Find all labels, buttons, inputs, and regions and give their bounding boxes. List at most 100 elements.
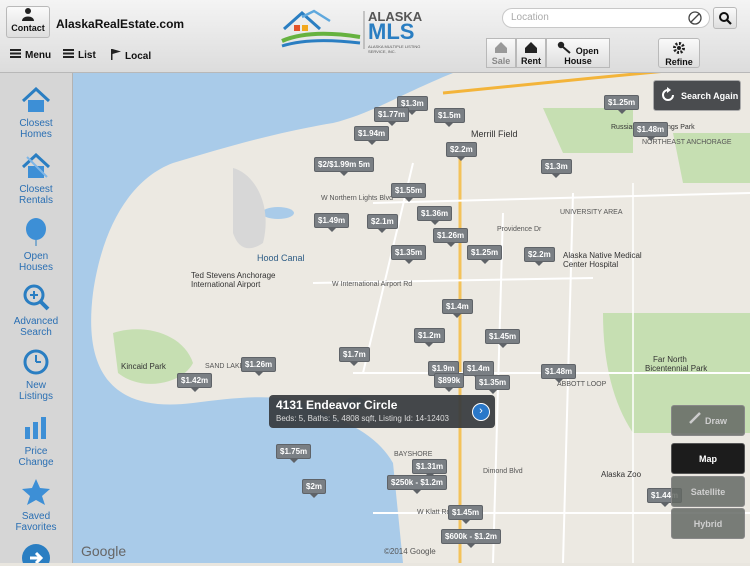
listing-pin[interactable]: $2m [302,479,327,498]
sidebar-item-label: Closest Rentals [19,184,53,206]
listing-pin[interactable]: $1.4m [463,361,494,380]
flag-icon [111,49,121,63]
listing-pin[interactable]: $1.5m [434,108,465,127]
balloon-icon [21,218,51,249]
rental-house-icon [21,152,51,182]
listing-pin[interactable]: $1.25m [604,95,640,114]
sale-button[interactable]: Sale [486,38,516,68]
listing-pin[interactable]: $1.94m [354,126,390,145]
listing-pin[interactable]: $1.45m [485,329,521,348]
map-view[interactable]: Merrill Field Hood Canal Ted Stevens Anc… [73,73,750,563]
contact-button[interactable]: Contact [6,6,50,38]
house-rent-icon [524,42,538,56]
list-button[interactable]: List [63,49,96,61]
place-label: Bicentennial Park [645,364,708,373]
search-button[interactable] [713,7,737,29]
listing-pin[interactable]: $1.31m [412,459,448,478]
map-copyright: ©2014 Google [384,547,436,556]
listing-pin[interactable]: $1.2m [414,328,445,347]
place-label: Alaska Zoo [601,470,642,479]
star-icon [21,479,51,509]
listing-pin[interactable]: $1.26m [433,228,469,247]
locate-me-icon[interactable] [688,11,702,30]
google-logo: Google [81,543,127,559]
listing-pin[interactable]: $1.36m [417,206,453,225]
draw-button[interactable]: Draw [671,405,745,436]
sidebar-item-open-houses[interactable]: Open Houses [0,218,72,273]
top-toolbar: Contact AlaskaRealEstate.com Menu List L… [0,0,750,73]
listing-pin[interactable]: $1.3m [541,159,572,178]
price-chart-icon [21,417,51,444]
listing-callout-title: 4131 Endeavor Circle [276,398,398,412]
alaska-mls-logo: ALASKA MLS ALASKA MULTIPLE LISTING SERVI… [280,7,440,54]
listing-pin[interactable]: $1.77m [374,107,410,126]
listing-pin[interactable]: $2/$1.99m 5m [314,157,375,176]
sidebar-item-label: Saved Favorites [15,511,57,533]
listing-pin[interactable]: $1.26m [241,357,277,376]
sidebar: Closest Homes Closest Rentals Open Houses A… [0,73,73,566]
listing-pin[interactable]: $1.25m [467,245,503,264]
place-label: International Airport [191,280,261,289]
place-label: W International Airport Rd [332,281,413,288]
place-label: Ted Stevens Anchorage [191,271,276,280]
hamburger-icon [10,49,21,61]
logo-sub-text: ALASKA MULTIPLE LISTING SERVICE, INC. [368,44,421,54]
gear-icon [672,42,686,57]
place-label: SAND LAKE [205,363,245,370]
logo-main-text: MLS [368,19,415,44]
menu-label: Menu [25,49,52,61]
chevron-right-icon[interactable]: › [472,403,490,421]
refine-button[interactable]: Refine [658,38,700,68]
arrow-right-circle-icon [21,544,51,566]
search-again-button[interactable]: Search Again [653,80,741,111]
sidebar-item-advanced-search[interactable]: Advanced Search [0,283,72,338]
listing-pin[interactable]: $1.7m [339,347,370,366]
listing-pin[interactable]: $1.48m [541,364,577,383]
listing-pin[interactable]: $250k - $1.2m [387,475,448,494]
sale-label: Sale [491,56,511,66]
place-label: NORTHEAST ANCHORAGE [642,139,732,146]
sidebar-item-price-change[interactable]: Price Change [0,413,72,468]
sidebar-item-closest-rentals[interactable]: Closest Rentals [0,152,72,206]
place-label: W Northern Lights Blvd [321,195,393,202]
place-label: BAYSHORE [394,451,433,458]
place-label: W Klatt Rd [417,509,451,516]
listing-pin[interactable]: $1.35m [391,245,427,264]
listing-pin[interactable]: $1.42m [177,373,213,392]
listing-pin[interactable]: $2.2m [524,247,555,266]
listing-callout[interactable]: 4131 Endeavor Circle Beds: 5, Baths: 5, … [269,395,495,428]
sidebar-item-closest-homes[interactable]: Closest Homes [0,86,72,140]
sidebar-item-saved-favorites[interactable]: Saved Favorites [0,478,72,533]
listing-pin[interactable]: $1.55m [391,183,427,202]
local-button[interactable]: Local [111,49,151,63]
house-icon [21,86,51,116]
list-icon [63,49,74,61]
open-house-button[interactable]: Open House [546,38,610,68]
sidebar-item-label: Price Change [18,446,54,468]
listing-pin[interactable]: $1.4m [442,299,473,318]
place-label: Merrill Field [471,129,518,139]
listing-pin[interactable]: $2.2m [446,142,477,161]
location-input[interactable]: Location [502,8,710,28]
listing-pin[interactable]: $1.35m [475,375,511,394]
place-label: Kincaid Park [121,362,166,371]
listing-pin[interactable]: $1.75m [276,444,312,463]
place-label: Center Hospital [563,260,619,269]
rent-label: Rent [521,56,541,66]
listing-pin[interactable]: $1.49m [314,213,350,232]
sidebar-item-new-listings[interactable]: New Listings [0,347,72,402]
map-type-hybrid[interactable]: Hybrid [671,508,745,539]
map-type-satellite[interactable]: Satellite [671,476,745,507]
listing-pin[interactable]: $2.1m [367,214,398,233]
search-again-label: Search Again [681,90,739,101]
local-label: Local [125,50,152,62]
listing-pin[interactable]: $1.48m [633,122,669,141]
listing-pin[interactable]: $1.45m [448,505,484,524]
listing-pin[interactable]: $899k [434,373,465,392]
rent-button[interactable]: Rent [516,38,546,68]
listing-pin[interactable]: $600k - $1.2m [441,529,502,548]
map-type-map[interactable]: Map [671,443,745,474]
alarm-clock-icon [21,349,51,378]
menu-button[interactable]: Menu [10,49,51,61]
key-icon [557,41,573,56]
